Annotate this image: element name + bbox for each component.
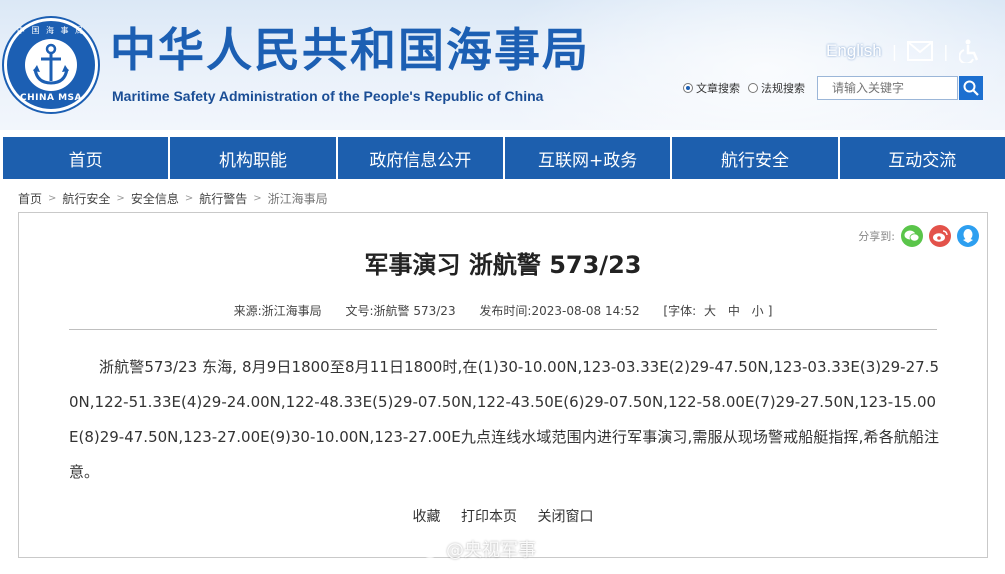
article-title: 军事演习 浙航警 573/23	[364, 251, 642, 279]
font-size-small-button[interactable]: 小	[752, 304, 764, 318]
chevron-right-icon: >	[116, 192, 125, 204]
article-meta: 来源:浙江海事局 文号:浙航警 573/23 发布时间:2023-08-08 1…	[69, 302, 937, 330]
top-links: English | |	[826, 38, 981, 64]
logo-text-en: CHINA MSA	[19, 93, 83, 103]
radio-unchecked-icon	[748, 83, 758, 93]
close-window-button[interactable]: 关闭窗口	[537, 509, 593, 525]
chevron-right-icon: >	[48, 192, 57, 204]
english-link[interactable]: English	[826, 41, 882, 61]
regulation-search-radio[interactable]: 法规搜索	[748, 80, 805, 96]
separator: |	[943, 41, 949, 61]
article-body: 浙航警573/23 东海, 8月9日1800至8月11日1800时,在(1)30…	[69, 358, 939, 481]
article-actions: 收藏 打印本页 关闭窗口	[19, 506, 987, 526]
font-size-medium-button[interactable]: 中	[728, 304, 740, 318]
qq-icon[interactable]	[957, 225, 979, 247]
radio-label: 法规搜索	[761, 82, 805, 95]
breadcrumb: 首页 > 航行安全 > 安全信息 > 航行警告 > 浙江海事局	[18, 188, 328, 208]
meta-publish-time: 发布时间:2023-08-08 14:52	[479, 304, 640, 318]
breadcrumb-item-home[interactable]: 首页	[18, 190, 42, 207]
weibo-icon[interactable]	[929, 225, 951, 247]
favorite-button[interactable]: 收藏	[413, 509, 441, 525]
chevron-right-icon: >	[253, 192, 262, 204]
nav-item-functions[interactable]: 机构职能	[170, 137, 336, 179]
site-subtitle: Maritime Safety Administration of the Pe…	[112, 88, 544, 104]
meta-doc-number: 文号:浙航警 573/23	[345, 304, 456, 318]
article-search-radio[interactable]: 文章搜索	[683, 80, 740, 96]
accessibility-icon[interactable]	[958, 39, 981, 63]
nav-item-navigation-safety[interactable]: 航行安全	[672, 137, 838, 179]
mail-icon[interactable]	[907, 41, 934, 61]
chevron-right-icon: >	[184, 192, 194, 204]
breadcrumb-item-safety-info[interactable]: 安全信息	[131, 190, 179, 207]
share-label: 分享到:	[858, 230, 895, 243]
font-size-label: [字体:	[663, 304, 697, 318]
radio-label: 文章搜索	[696, 82, 740, 95]
font-size-bracket: ]	[767, 304, 773, 318]
watermark-text: @央视军事	[446, 540, 536, 561]
nav-item-home[interactable]: 首页	[3, 137, 169, 179]
search-input[interactable]	[817, 76, 958, 100]
separator: |	[891, 41, 898, 61]
search-bar: 文章搜索 法规搜索	[683, 75, 983, 101]
meta-source: 来源:浙江海事局	[233, 304, 322, 318]
wechat-icon[interactable]	[901, 225, 923, 247]
print-button[interactable]: 打印本页	[461, 509, 517, 525]
search-icon	[963, 80, 979, 96]
logo-text-cn: 中 国 海 事 局	[16, 26, 86, 35]
article-panel: 分享到: 军事演习 浙航警 573/23 来源:浙江海事局 文号:浙航警 573…	[18, 212, 988, 558]
nav-item-interaction[interactable]: 互动交流	[839, 137, 1005, 179]
main-nav: 首页 机构职能 政府信息公开 互联网+政务 航行安全 互动交流	[0, 137, 1005, 179]
font-size-large-button[interactable]: 大	[704, 304, 716, 318]
radio-checked-icon	[683, 83, 693, 93]
anchor-icon	[33, 43, 69, 85]
site-title: 中华人民共和国海事局	[110, 23, 590, 77]
breadcrumb-item-navigation-safety[interactable]: 航行安全	[62, 190, 110, 207]
breadcrumb-item-current[interactable]: 浙江海事局	[268, 190, 328, 207]
msa-logo[interactable]: 中 国 海 事 局 CHINA MSA	[4, 18, 98, 112]
share-bar: 分享到:	[858, 225, 979, 247]
site-header: 中 国 海 事 局 CHINA MSA 中华人民共和国海事局 Maritime …	[0, 0, 1005, 130]
breadcrumb-item-warnings[interactable]: 航行警告	[199, 190, 247, 207]
watermark: @央视军事	[420, 536, 536, 562]
nav-item-internet-gov[interactable]: 互联网+政务	[504, 137, 671, 179]
search-button[interactable]	[959, 76, 983, 100]
nav-item-gov-info[interactable]: 政府信息公开	[337, 137, 503, 179]
weibo-watermark-icon	[420, 542, 441, 558]
